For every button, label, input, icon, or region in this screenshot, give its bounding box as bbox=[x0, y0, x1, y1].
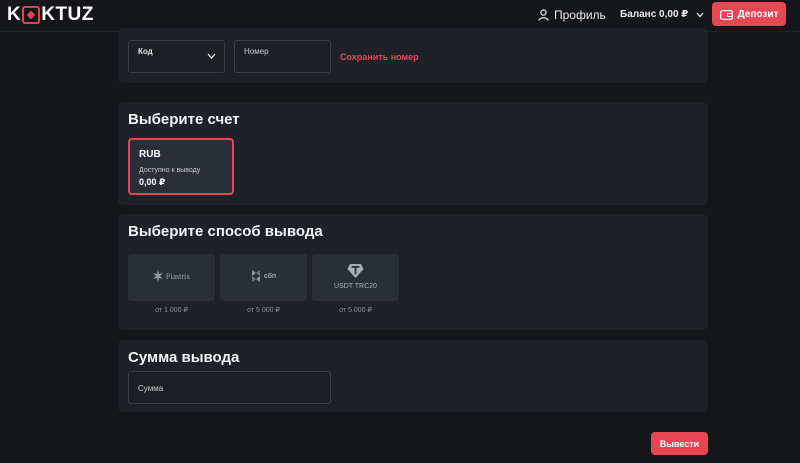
amount-placeholder: Сумма bbox=[138, 384, 164, 393]
withdraw-button[interactable]: Вывести bbox=[651, 432, 708, 455]
account-card: Выберите счет RUB Доступно к выводу 0,00… bbox=[118, 102, 708, 205]
withdraw-method-card: Выберите способ вывода Piastrix от 1 000… bbox=[118, 214, 708, 330]
balance-label: Баланс 0,00 ₽ bbox=[620, 9, 689, 20]
piastrix-icon bbox=[152, 270, 163, 282]
country-code-select[interactable]: Код bbox=[128, 40, 225, 73]
wallet-icon bbox=[719, 9, 733, 20]
save-number-link[interactable]: Сохранить номер bbox=[340, 52, 419, 62]
phone-card: Код Номер Сохранить номер bbox=[118, 28, 708, 83]
profile-label: Профиль bbox=[554, 8, 606, 22]
available-label: Доступно к выводу bbox=[139, 167, 201, 174]
tether-icon bbox=[347, 264, 364, 278]
amount-input[interactable]: Сумма bbox=[128, 371, 331, 404]
available-amount: 0,00 ₽ bbox=[139, 177, 166, 187]
method-piastrix-min: от 1 000 ₽ bbox=[155, 307, 188, 314]
method-usdt-min: от 5 000 ₽ bbox=[339, 307, 372, 314]
withdraw-amount-card: Сумма вывода Сумма bbox=[118, 340, 708, 412]
usdt-label: USDT TRC20 bbox=[334, 283, 377, 290]
piastrix-label: Piastrix bbox=[165, 271, 191, 281]
method-piastrix[interactable]: Piastrix bbox=[128, 254, 215, 301]
sbp-logo: сбп bbox=[220, 270, 307, 282]
site-logo[interactable]: K KTUZ bbox=[7, 3, 94, 27]
logo-letter-left: K bbox=[7, 4, 22, 25]
account-section-title: Выберите счет bbox=[128, 111, 240, 128]
piastrix-logo: Piastrix bbox=[128, 270, 215, 282]
account-currency: RUB bbox=[139, 149, 161, 160]
withdraw-label: Вывести bbox=[659, 438, 700, 449]
phone-number-input[interactable]: Номер bbox=[234, 40, 331, 73]
chevron-down-icon bbox=[207, 53, 216, 59]
deposit-button[interactable]: Депозит bbox=[712, 2, 786, 26]
method-sbp[interactable]: сбп bbox=[220, 254, 307, 301]
user-icon bbox=[538, 9, 549, 21]
sbp-icon bbox=[251, 270, 260, 282]
method-usdt-trc20[interactable]: USDT TRC20 bbox=[312, 254, 399, 301]
sbp-label: сбп bbox=[263, 272, 277, 280]
logo-letters-right: KTUZ bbox=[41, 4, 94, 25]
chevron-down-icon bbox=[696, 12, 704, 17]
balance-dropdown[interactable]: Баланс 0,00 ₽ bbox=[620, 9, 704, 20]
account-option-rub[interactable]: RUB Доступно к выводу 0,00 ₽ bbox=[128, 138, 234, 195]
logo-mark-icon bbox=[22, 6, 41, 24]
method-sbp-min: от 5 000 ₽ bbox=[247, 307, 280, 314]
deposit-label: Депозит bbox=[737, 8, 779, 20]
code-label: Код bbox=[138, 47, 153, 56]
phone-number-placeholder: Номер bbox=[244, 47, 269, 56]
profile-link[interactable]: Профиль bbox=[538, 8, 606, 22]
method-section-title: Выберите способ вывода bbox=[128, 223, 323, 240]
usdt-logo bbox=[312, 262, 399, 279]
amount-section-title: Сумма вывода bbox=[128, 349, 240, 366]
